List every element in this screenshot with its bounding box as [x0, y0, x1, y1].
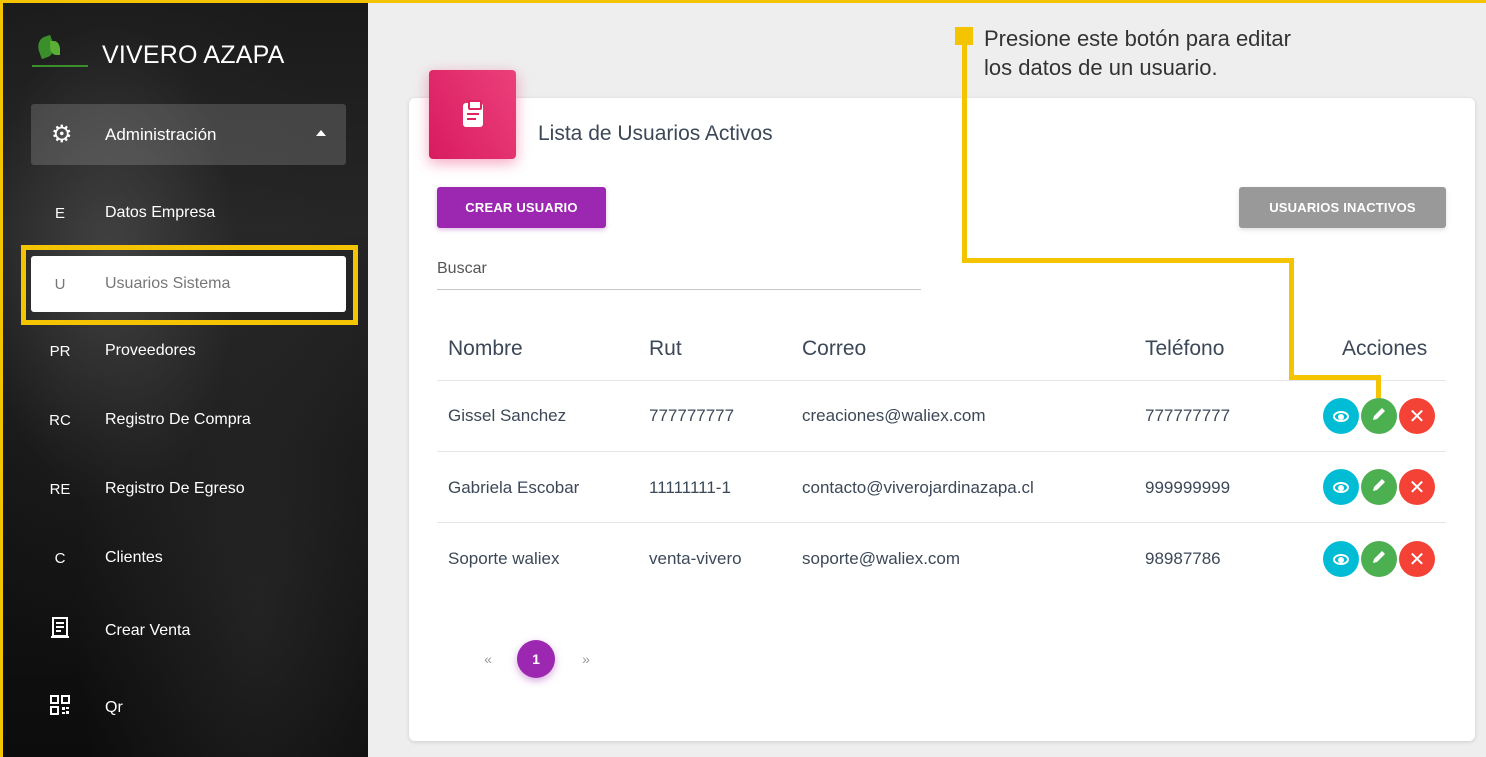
annotation-line: Presione este botón para editar [984, 26, 1291, 51]
sidebar-item-label: Qr [105, 699, 123, 716]
create-user-button[interactable]: CREAR USUARIO [437, 187, 606, 228]
card-header-icon [429, 70, 516, 159]
clipboard-icon [462, 99, 483, 127]
callout-line [1289, 258, 1294, 380]
cell-rut: venta-vivero [649, 549, 742, 568]
cell-correo: contacto@viverojardinazapa.cl [802, 478, 1034, 497]
cell-nombre: Soporte waliex [448, 549, 560, 568]
highlight-box [21, 245, 358, 325]
view-button[interactable] [1323, 469, 1359, 505]
annotation-line: los datos de un usuario. [984, 55, 1218, 80]
sidebar-item-qr[interactable]: Qr [31, 680, 346, 736]
callout-line [1289, 375, 1381, 380]
sidebar-item-clientes[interactable]: C Clientes [31, 530, 346, 586]
pencil-icon [1371, 477, 1387, 498]
inactive-users-button[interactable]: USUARIOS INACTIVOS [1239, 187, 1446, 228]
gears-icon: ⚙ [51, 121, 73, 148]
brand-logo-icon [32, 34, 88, 75]
brand[interactable]: VIVERO AZAPA [32, 30, 285, 80]
cell-rut: 777777777 [649, 406, 735, 425]
sidebar-item-abbr: C [54, 549, 66, 567]
sidebar-item-crear-venta[interactable]: Crear Venta [31, 603, 346, 659]
caret-up-icon [316, 130, 326, 136]
cell-rut: 11111111-1 [649, 478, 731, 497]
search-field [437, 258, 921, 290]
edit-button[interactable] [1361, 398, 1397, 434]
annotation-marker [955, 27, 973, 45]
frame-left [0, 0, 3, 757]
close-icon: ✕ [1408, 548, 1426, 571]
cell-telefono: 777777777 [1145, 406, 1231, 425]
annotation-text: Presione este botón para editar los dato… [984, 24, 1291, 82]
cell-correo: creaciones@waliex.com [802, 406, 986, 425]
eye-icon [1333, 553, 1349, 565]
sidebar-item-abbr: PR [49, 342, 71, 360]
table-header-rut: Rut [649, 337, 682, 360]
sidebar-item-label: Registro De Compra [105, 411, 251, 428]
view-button[interactable] [1323, 398, 1359, 434]
sidebar-item-label: Crear Venta [105, 622, 191, 639]
eye-icon [1333, 481, 1349, 493]
sidebar-item-label: Clientes [105, 549, 163, 566]
eye-icon [1333, 410, 1349, 422]
sidebar-item-proveedores[interactable]: PR Proveedores [31, 323, 346, 379]
table-header-nombre: Nombre [448, 337, 523, 360]
row-divider [437, 522, 1446, 523]
cell-correo: soporte@waliex.com [802, 549, 961, 568]
sidebar-item-label: Proveedores [105, 342, 196, 359]
sidebar-item-registro-egreso[interactable]: RE Registro De Egreso [31, 461, 346, 517]
sidebar-item-label: Administración [105, 124, 217, 144]
close-icon: ✕ [1408, 405, 1426, 428]
brand-title: VIVERO AZAPA [102, 40, 285, 69]
callout-line [962, 258, 1294, 263]
search-input[interactable] [437, 258, 921, 278]
delete-button[interactable]: ✕ [1399, 398, 1435, 434]
callout-line [1376, 375, 1381, 398]
cell-nombre: Gissel Sanchez [448, 406, 567, 425]
close-icon: ✕ [1408, 476, 1426, 499]
receipt-icon [31, 617, 89, 645]
sidebar-item-administracion[interactable]: ⚙ Administración [31, 104, 346, 165]
row-divider [437, 380, 1446, 381]
pagination-prev[interactable]: « [469, 640, 507, 678]
edit-button[interactable] [1361, 541, 1397, 577]
cell-nombre: Gabriela Escobar [448, 478, 580, 497]
frame-top [0, 0, 1486, 3]
pencil-icon [1371, 549, 1387, 570]
card-title: Lista de Usuarios Activos [538, 122, 773, 145]
pagination-next[interactable]: » [567, 640, 605, 678]
table-header-acciones: Acciones [1342, 337, 1428, 360]
sidebar-item-abbr: E [54, 204, 65, 222]
edit-button[interactable] [1361, 469, 1397, 505]
table-header-correo: Correo [802, 337, 867, 360]
sidebar-item-abbr: RC [49, 411, 71, 429]
view-button[interactable] [1323, 541, 1359, 577]
row-divider [437, 451, 1446, 452]
callout-line [962, 45, 967, 263]
qr-code-icon [31, 695, 89, 721]
sidebar-item-datos-empresa[interactable]: E Datos Empresa [31, 185, 346, 241]
pagination-page[interactable]: 1 [517, 640, 555, 678]
sidebar-item-label: Datos Empresa [105, 204, 216, 221]
delete-button[interactable]: ✕ [1399, 469, 1435, 505]
sidebar-item-label: Registro De Egreso [105, 480, 245, 497]
sidebar-item-registro-compra[interactable]: RC Registro De Compra [31, 392, 346, 448]
sidebar: VIVERO AZAPA ⚙ Administración E Datos Em… [0, 0, 368, 757]
delete-button[interactable]: ✕ [1399, 541, 1435, 577]
pencil-icon [1371, 406, 1387, 427]
cell-telefono: 999999999 [1145, 478, 1231, 497]
sidebar-item-abbr: RE [49, 480, 71, 498]
cell-telefono: 98987786 [1145, 549, 1221, 568]
table-header-telefono: Teléfono [1145, 337, 1225, 360]
